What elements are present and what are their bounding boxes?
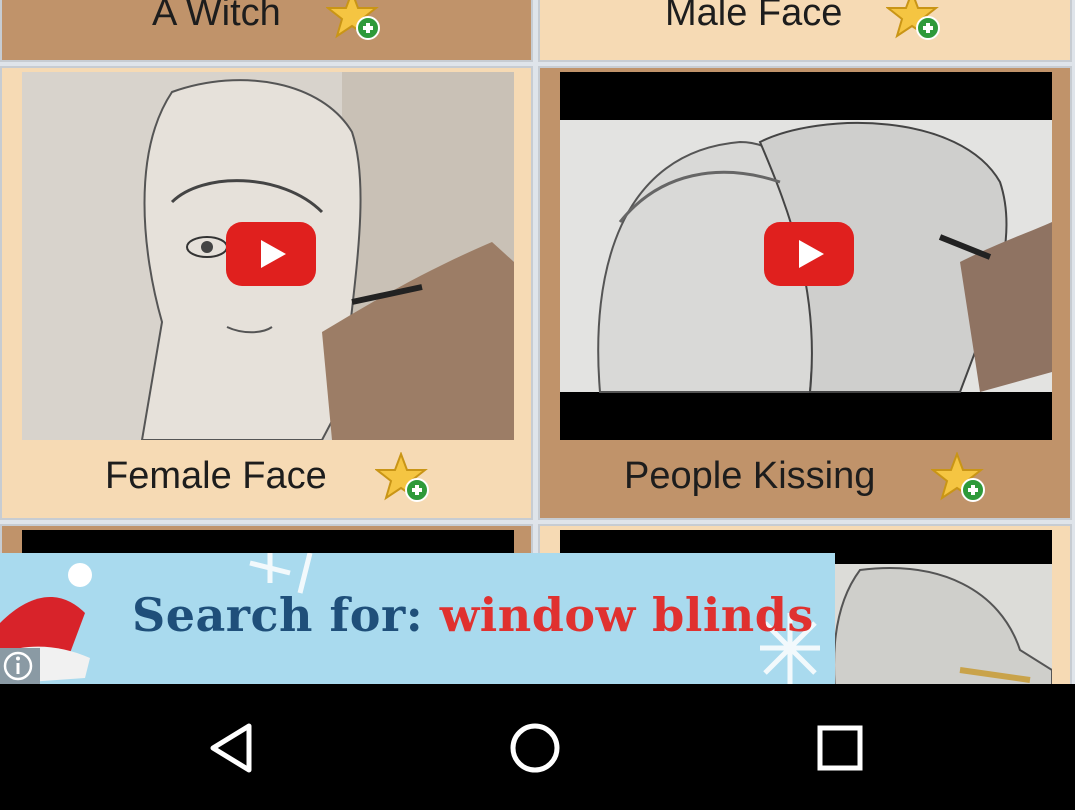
back-triangle-icon[interactable] <box>205 720 261 776</box>
drawing-tutorial-grid: A Witch Male Face Female Face People Kis… <box>0 0 1075 684</box>
grid-item-a-witch[interactable]: A Witch <box>0 0 533 62</box>
item-title: A Witch <box>152 0 281 34</box>
ad-label: Search for: <box>132 588 424 642</box>
star-add-icon[interactable] <box>375 452 431 504</box>
video-thumbnail[interactable] <box>22 72 514 440</box>
star-add-icon[interactable] <box>931 452 987 504</box>
grid-item-male-face[interactable]: Male Face <box>538 0 1072 62</box>
ad-info-button[interactable] <box>0 648 40 684</box>
video-thumbnail[interactable] <box>560 72 1052 440</box>
ad-query: window blinds <box>439 588 814 642</box>
ad-headline[interactable]: Search for: window blinds <box>132 588 814 642</box>
system-navigation-bar <box>0 684 1075 810</box>
item-title: People Kissing <box>624 455 876 497</box>
info-icon <box>3 651 33 681</box>
item-title: Female Face <box>105 455 327 497</box>
play-icon[interactable] <box>764 222 854 286</box>
star-add-icon[interactable] <box>886 0 942 42</box>
home-circle-icon[interactable] <box>507 720 563 776</box>
grid-item-female-face[interactable]: Female Face <box>0 66 533 520</box>
recents-square-icon[interactable] <box>812 720 868 776</box>
grid-item-people-kissing[interactable]: People Kissing <box>538 66 1072 520</box>
item-title: Male Face <box>665 0 843 34</box>
play-icon[interactable] <box>226 222 316 286</box>
star-add-icon[interactable] <box>326 0 382 42</box>
